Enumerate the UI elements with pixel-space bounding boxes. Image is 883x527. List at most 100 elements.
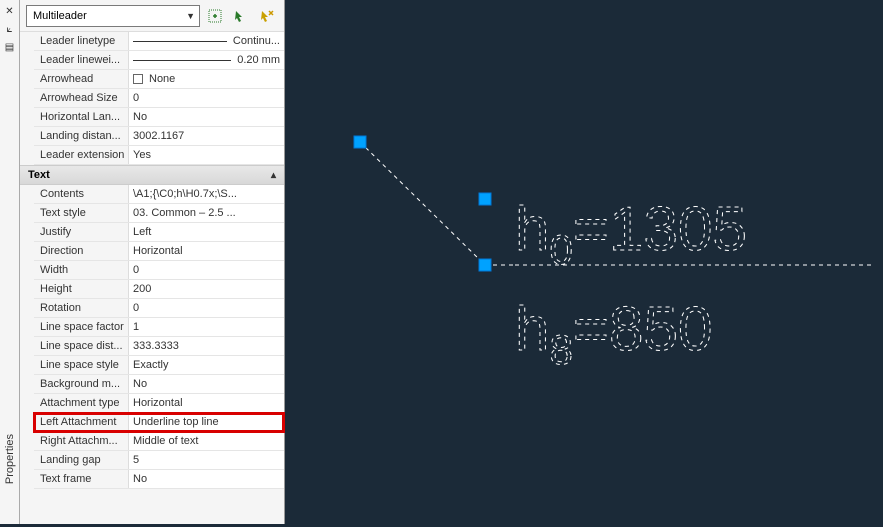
property-value[interactable]: 0 <box>129 89 284 107</box>
property-value[interactable]: 5 <box>129 451 284 469</box>
pin-icon[interactable]: ⟀ <box>3 22 17 36</box>
property-value[interactable]: No <box>129 470 284 488</box>
menu-icon[interactable]: ▤ <box>3 40 17 54</box>
toggle-pickadd-button[interactable] <box>204 5 226 27</box>
property-label: Leader linewei... <box>34 51 129 69</box>
chevron-down-icon: ▼ <box>186 11 195 21</box>
property-row[interactable]: JustifyLeft <box>34 223 284 242</box>
property-value[interactable]: Continu... <box>129 32 284 50</box>
section-header-text[interactable]: Text ▴ <box>20 165 284 185</box>
close-icon[interactable]: ✕ <box>3 4 17 18</box>
text-properties-table: Contents\A1;{\C0;h\H0.7x;\S...Text style… <box>20 185 284 489</box>
property-row[interactable]: Height200 <box>34 280 284 299</box>
panel-toolbar: Multileader ▼ <box>20 0 284 32</box>
property-row[interactable]: Landing gap5 <box>34 451 284 470</box>
mtext-line-2: h8=850 <box>515 295 713 373</box>
property-value-text: Underline top line <box>133 413 219 431</box>
property-label: Left Attachment <box>34 413 129 431</box>
property-row[interactable]: Contents\A1;{\C0;h\H0.7x;\S... <box>34 185 284 204</box>
select-objects-button[interactable] <box>230 5 252 27</box>
property-value-text: 3002.1167 <box>133 127 184 145</box>
property-row[interactable]: Leader linewei... 0.20 mm <box>34 51 284 70</box>
property-value[interactable]: 333.3333 <box>129 337 284 355</box>
property-label: Leader linetype <box>34 32 129 50</box>
properties-panel: Multileader ▼ Leader linetypeContinu...L… <box>20 0 285 524</box>
property-value[interactable]: Exactly <box>129 356 284 374</box>
section-label: Text <box>28 169 50 181</box>
leader-segment-1 <box>360 142 485 265</box>
property-value-text: No <box>133 375 147 393</box>
property-value-text: Exactly <box>133 356 168 374</box>
property-value-text: 5 <box>133 451 139 469</box>
property-value-text: No <box>133 470 147 488</box>
property-row[interactable]: Width0 <box>34 261 284 280</box>
property-label: Text style <box>34 204 129 222</box>
property-row[interactable]: Text style03. Common – 2.5 ... <box>34 204 284 223</box>
property-value[interactable]: No <box>129 108 284 126</box>
property-row[interactable]: Line space styleExactly <box>34 356 284 375</box>
property-label: Arrowhead Size <box>34 89 129 107</box>
quick-select-button[interactable] <box>256 5 278 27</box>
property-label: Horizontal Lan... <box>34 108 129 126</box>
property-value[interactable]: 0 <box>129 261 284 279</box>
property-value[interactable]: Middle of text <box>129 432 284 450</box>
property-row[interactable]: Leader extensionYes <box>34 146 284 165</box>
property-value[interactable]: 0.20 mm <box>129 51 284 69</box>
property-row[interactable]: Text frameNo <box>34 470 284 489</box>
property-label: Arrowhead <box>34 70 129 88</box>
grip-landing[interactable] <box>479 259 491 271</box>
property-value-text: 1 <box>133 318 139 336</box>
property-value[interactable]: Horizontal <box>129 242 284 260</box>
property-row[interactable]: Leader linetypeContinu... <box>34 32 284 51</box>
property-row[interactable]: Left AttachmentUnderline top line <box>34 413 284 432</box>
object-type-dropdown[interactable]: Multileader ▼ <box>26 5 200 27</box>
property-label: Contents <box>34 185 129 203</box>
property-row[interactable]: Right Attachm...Middle of text <box>34 432 284 451</box>
property-row[interactable]: Arrowhead Size0 <box>34 89 284 108</box>
grip-arrow-end[interactable] <box>354 136 366 148</box>
property-label: Line space style <box>34 356 129 374</box>
property-row[interactable]: Horizontal Lan...No <box>34 108 284 127</box>
property-value[interactable]: 200 <box>129 280 284 298</box>
property-value[interactable]: 1 <box>129 318 284 336</box>
property-label: Landing gap <box>34 451 129 469</box>
drawing-canvas[interactable]: h0=1305 h8=850 <box>285 0 883 524</box>
properties-rail: ✕ ⟀ ▤ Properties <box>0 0 20 524</box>
property-row[interactable]: ArrowheadNone <box>34 70 284 89</box>
property-row[interactable]: Line space dist...333.3333 <box>34 337 284 356</box>
property-value[interactable]: Underline top line <box>129 413 284 431</box>
property-value[interactable]: 3002.1167 <box>129 127 284 145</box>
property-value-text: 333.3333 <box>133 337 179 355</box>
property-value-text: 0 <box>133 299 139 317</box>
property-value[interactable]: Left <box>129 223 284 241</box>
property-value-text: No <box>133 108 147 126</box>
property-value-text: Left <box>133 223 151 241</box>
grip-leader-vertex[interactable] <box>479 193 491 205</box>
object-type-value: Multileader <box>33 10 87 22</box>
property-value-text: 03. Common – 2.5 ... <box>133 204 236 222</box>
property-label: Leader extension <box>34 146 129 164</box>
property-value[interactable]: 0 <box>129 299 284 317</box>
property-label: Line space dist... <box>34 337 129 355</box>
property-value-text: Horizontal <box>133 242 183 260</box>
property-row[interactable]: Background m...No <box>34 375 284 394</box>
property-value[interactable]: \A1;{\C0;h\H0.7x;\S... <box>129 185 284 203</box>
property-value-text: 0.20 mm <box>237 51 280 69</box>
property-value-text: Yes <box>133 146 151 164</box>
leader-properties-table: Leader linetypeContinu...Leader linewei.… <box>20 32 284 165</box>
property-value[interactable]: None <box>129 70 284 88</box>
property-value[interactable]: No <box>129 375 284 393</box>
panel-title: Properties <box>4 434 16 484</box>
property-value[interactable]: Horizontal <box>129 394 284 412</box>
property-value[interactable]: Yes <box>129 146 284 164</box>
linetype-preview-icon <box>133 41 227 42</box>
property-label: Rotation <box>34 299 129 317</box>
property-value[interactable]: 03. Common – 2.5 ... <box>129 204 284 222</box>
property-row[interactable]: Attachment typeHorizontal <box>34 394 284 413</box>
property-row[interactable]: DirectionHorizontal <box>34 242 284 261</box>
property-row[interactable]: Line space factor1 <box>34 318 284 337</box>
property-label: Justify <box>34 223 129 241</box>
property-value-text: Middle of text <box>133 432 198 450</box>
property-row[interactable]: Landing distan...3002.1167 <box>34 127 284 146</box>
property-row[interactable]: Rotation0 <box>34 299 284 318</box>
